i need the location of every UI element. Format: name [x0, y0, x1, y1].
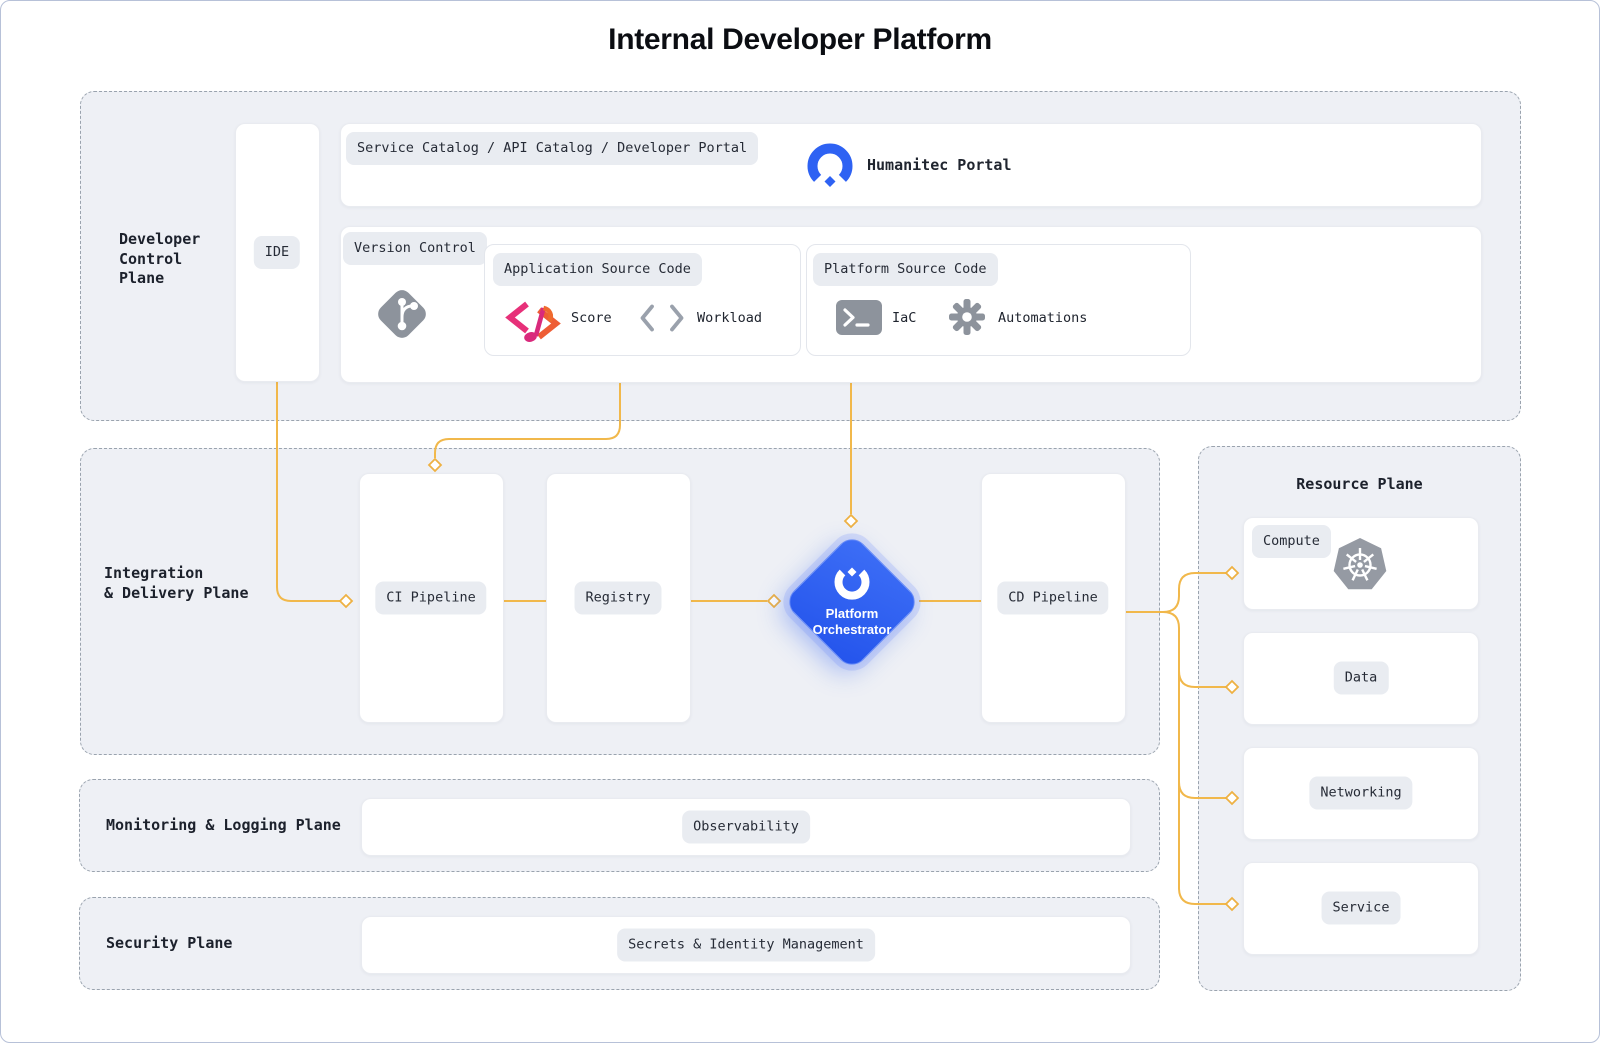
service-chip: Service: [1322, 892, 1401, 925]
humanitec-mark-icon: [830, 567, 874, 601]
gear-icon: [948, 298, 986, 336]
registry-chip: Registry: [574, 582, 661, 615]
platform-orchestrator-label: Platform Orchestrator: [813, 606, 892, 637]
label-line: Orchestrator: [813, 622, 892, 638]
application-source-code-chip: Application Source Code: [493, 253, 702, 286]
developer-control-plane-label: Developer Control Plane: [119, 230, 200, 289]
integration-delivery-plane-label: Integration & Delivery Plane: [104, 564, 249, 603]
label-line: Control: [119, 250, 200, 270]
security-plane-label: Security Plane: [106, 934, 232, 954]
automations-label: Automations: [998, 309, 1087, 327]
networking-chip: Networking: [1309, 777, 1412, 810]
label-line: Integration: [104, 564, 249, 584]
label-line: Developer: [119, 230, 200, 250]
ci-pipeline-chip: CI Pipeline: [375, 582, 486, 615]
page-title: Internal Developer Platform: [1, 23, 1599, 57]
terminal-icon: [835, 299, 883, 336]
iac-label: IaC: [892, 309, 916, 327]
cd-pipeline-chip: CD Pipeline: [997, 582, 1108, 615]
label-line: & Delivery Plane: [104, 584, 249, 604]
compute-chip: Compute: [1252, 525, 1331, 558]
score-icon: [503, 295, 563, 345]
ide-chip: IDE: [254, 236, 300, 269]
label-line: Plane: [119, 269, 200, 289]
humanitec-logo-icon: [804, 141, 856, 189]
kubernetes-icon: [1332, 537, 1388, 593]
data-chip: Data: [1334, 662, 1389, 695]
workload-label: Workload: [697, 309, 762, 327]
platform-source-code-chip: Platform Source Code: [813, 253, 998, 286]
code-brackets-icon: [639, 304, 685, 332]
humanitec-portal-label: Humanitec Portal: [867, 156, 1012, 174]
monitoring-logging-plane-label: Monitoring & Logging Plane: [106, 816, 341, 836]
resource-plane-title: Resource Plane: [1198, 475, 1521, 493]
git-icon: [374, 286, 430, 342]
observability-chip: Observability: [682, 811, 810, 844]
service-catalog-chip: Service Catalog / API Catalog / Develope…: [346, 132, 758, 165]
score-label: Score: [571, 309, 612, 327]
version-control-chip: Version Control: [343, 232, 487, 265]
label-line: Platform: [813, 606, 892, 622]
diagram-canvas: Internal Developer Platform: [0, 0, 1600, 1043]
platform-orchestrator-content: Platform Orchestrator: [804, 554, 900, 650]
secrets-identity-chip: Secrets & Identity Management: [617, 929, 875, 962]
